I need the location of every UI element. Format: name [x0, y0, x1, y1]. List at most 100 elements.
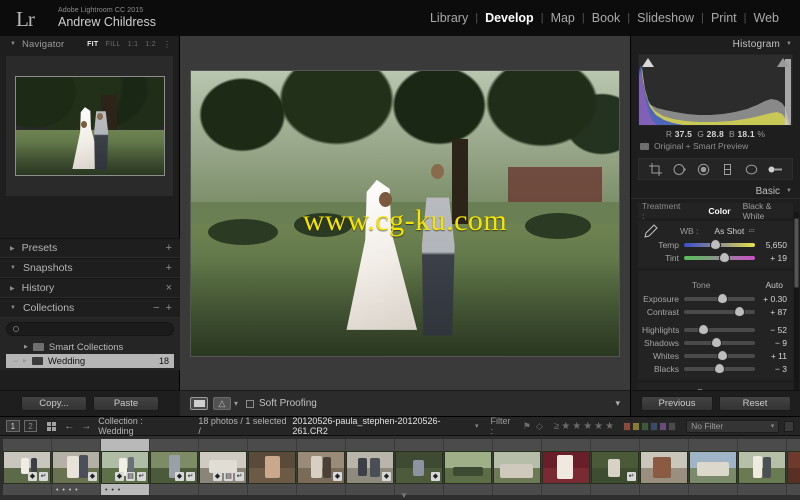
- filmstrip-thumb-7[interactable]: ◆: [297, 439, 346, 495]
- navigator-thumbnail[interactable]: [15, 76, 165, 176]
- crop-badge-icon[interactable]: ↵: [137, 472, 146, 481]
- chevron-down-icon[interactable]: ▾: [234, 399, 238, 408]
- filmstrip-thumb-1[interactable]: ◆↵: [3, 439, 52, 495]
- metadata-badge-icon[interactable]: ▤: [126, 472, 135, 481]
- chevron-down-icon[interactable]: ▼: [10, 265, 16, 271]
- color-chip-green[interactable]: [641, 422, 649, 431]
- module-slideshow[interactable]: Slideshow: [630, 11, 701, 25]
- slider-knob[interactable]: [699, 325, 708, 334]
- color-chip-blue[interactable]: [650, 422, 658, 431]
- white-balance-selector-icon[interactable]: [642, 224, 658, 238]
- chevron-down-icon[interactable]: ▾: [771, 422, 775, 430]
- grid-view-icon[interactable]: [47, 422, 56, 431]
- flag-reject-icon[interactable]: ◇: [533, 420, 546, 432]
- previous-button[interactable]: Previous: [641, 396, 713, 411]
- chevron-right-icon[interactable]: ▶: [24, 344, 28, 350]
- identity-plate[interactable]: Adobe Lightroom CC 2015 Andrew Childress: [58, 7, 156, 28]
- color-chip-yellow[interactable]: [632, 422, 640, 431]
- slider-knob[interactable]: [735, 307, 744, 316]
- slider-track[interactable]: [684, 297, 755, 301]
- slider-knob[interactable]: [718, 351, 727, 360]
- filmstrip-thumb-6[interactable]: [248, 439, 297, 495]
- module-print[interactable]: Print: [704, 11, 744, 25]
- filmstrip-thumb-17[interactable]: [787, 439, 800, 495]
- go-forward-icon[interactable]: →: [81, 421, 91, 432]
- right-panel-scrollbar[interactable]: [794, 212, 799, 412]
- rating-filter[interactable]: ≥ ★ ★ ★ ★ ★: [554, 421, 614, 432]
- primary-display-button[interactable]: 1: [6, 420, 20, 432]
- histogram-graph[interactable]: [638, 54, 793, 126]
- secondary-display-button[interactable]: 2: [24, 420, 38, 432]
- slider-track[interactable]: [684, 256, 755, 260]
- navigator-zoom-1-2[interactable]: 1:2: [145, 41, 156, 48]
- basic-panel-header[interactable]: Basic ▼: [631, 184, 800, 199]
- navigator-preview-area[interactable]: [6, 56, 173, 196]
- collections-search-input[interactable]: [6, 322, 174, 336]
- crop-badge-icon[interactable]: ↵: [627, 472, 636, 481]
- add-collection-icon[interactable]: +: [166, 302, 172, 314]
- chevron-down-icon[interactable]: ≔: [748, 227, 755, 235]
- filmstrip-thumb-15[interactable]: [689, 439, 738, 495]
- crop-overlay-icon[interactable]: [648, 162, 663, 177]
- collection-wedding[interactable]: ⇔ ▶ Wedding 18: [6, 354, 174, 368]
- red-eye-correction-icon[interactable]: [696, 162, 711, 177]
- loupe-view-icon[interactable]: [190, 397, 208, 410]
- graduated-filter-icon[interactable]: [720, 162, 735, 177]
- chevron-down-icon[interactable]: ▼: [786, 41, 792, 47]
- star-2-icon[interactable]: ★: [572, 421, 581, 432]
- histogram-header[interactable]: Histogram ▼: [631, 36, 800, 52]
- slider-knob[interactable]: [718, 294, 727, 303]
- slider-track[interactable]: [684, 328, 755, 332]
- flag-pick-icon[interactable]: ⚑: [521, 420, 534, 432]
- rating-comparison-icon[interactable]: ≥: [554, 421, 560, 432]
- slider-tint[interactable]: Tint + 19: [642, 251, 789, 264]
- filmstrip-thumb-2[interactable]: ◆• • • •: [52, 439, 101, 495]
- filmstrip-thumb-16[interactable]: [738, 439, 787, 495]
- slider-track[interactable]: [684, 341, 755, 345]
- color-label-filter[interactable]: [623, 422, 676, 431]
- develop-badge-icon[interactable]: ◆: [28, 472, 37, 481]
- slider-shadows[interactable]: Shadows − 9: [642, 336, 789, 349]
- slider-knob[interactable]: [711, 240, 720, 249]
- auto-tone-button[interactable]: Auto: [766, 280, 790, 290]
- sync-arrows-icon[interactable]: ⇔: [12, 358, 19, 365]
- sidebar-item-snapshots[interactable]: ▼ Snapshots +: [0, 258, 180, 278]
- filter-preset-dropdown[interactable]: No Filter ▾: [686, 420, 779, 433]
- treatment-bw-option[interactable]: Black & White: [737, 201, 789, 221]
- color-chip-none[interactable]: [668, 422, 676, 431]
- filmstrip-thumb-9[interactable]: ◆: [395, 439, 444, 495]
- develop-badge-icon[interactable]: ◆: [431, 472, 440, 481]
- loupe-photo[interactable]: www.cg-ku.com: [190, 70, 620, 357]
- star-3-icon[interactable]: ★: [583, 421, 592, 432]
- chevron-right-icon[interactable]: ▶: [23, 358, 27, 364]
- crop-badge-icon[interactable]: ↵: [39, 472, 48, 481]
- filmstrip-thumb-12[interactable]: [542, 439, 591, 495]
- collection-smart-collections[interactable]: ▶ Smart Collections: [6, 340, 174, 354]
- image-canvas[interactable]: www.cg-ku.com: [180, 36, 630, 390]
- develop-badge-icon[interactable]: ◆: [115, 472, 124, 481]
- filmstrip-thumb-4[interactable]: ◆↵: [150, 439, 199, 495]
- toolbar-options-icon[interactable]: ▾: [615, 398, 620, 409]
- chevron-down-icon[interactable]: ▼: [10, 41, 16, 47]
- copy-button[interactable]: Copy...: [21, 396, 87, 411]
- filmstrip-thumb-5[interactable]: ◆▤↵: [199, 439, 248, 495]
- develop-badge-icon[interactable]: ◆: [213, 472, 222, 481]
- star-4-icon[interactable]: ★: [594, 421, 603, 432]
- paste-button[interactable]: Paste: [93, 396, 159, 411]
- chevron-right-icon[interactable]: ▶: [10, 245, 15, 252]
- crop-badge-icon[interactable]: ↵: [186, 472, 195, 481]
- navigator-zoom-fill[interactable]: FILL: [106, 41, 121, 48]
- compare-view-icon[interactable]: △: [213, 397, 231, 410]
- slider-track[interactable]: [684, 354, 755, 358]
- slider-exposure[interactable]: Exposure + 0.30: [642, 292, 789, 305]
- module-book[interactable]: Book: [585, 11, 628, 25]
- filmstrip-thumb-8[interactable]: ◆: [346, 439, 395, 495]
- radial-filter-icon[interactable]: [744, 162, 759, 177]
- slider-temp[interactable]: Temp 5,650: [642, 238, 789, 251]
- treatment-color-option[interactable]: Color: [702, 206, 736, 216]
- filmstrip-thumb-10[interactable]: [444, 439, 493, 495]
- module-develop[interactable]: Develop: [478, 11, 541, 25]
- sidebar-item-history[interactable]: ▶ History ×: [0, 278, 180, 298]
- highlight-clipping-indicator[interactable]: [777, 58, 789, 67]
- develop-badge-icon[interactable]: ◆: [333, 472, 342, 481]
